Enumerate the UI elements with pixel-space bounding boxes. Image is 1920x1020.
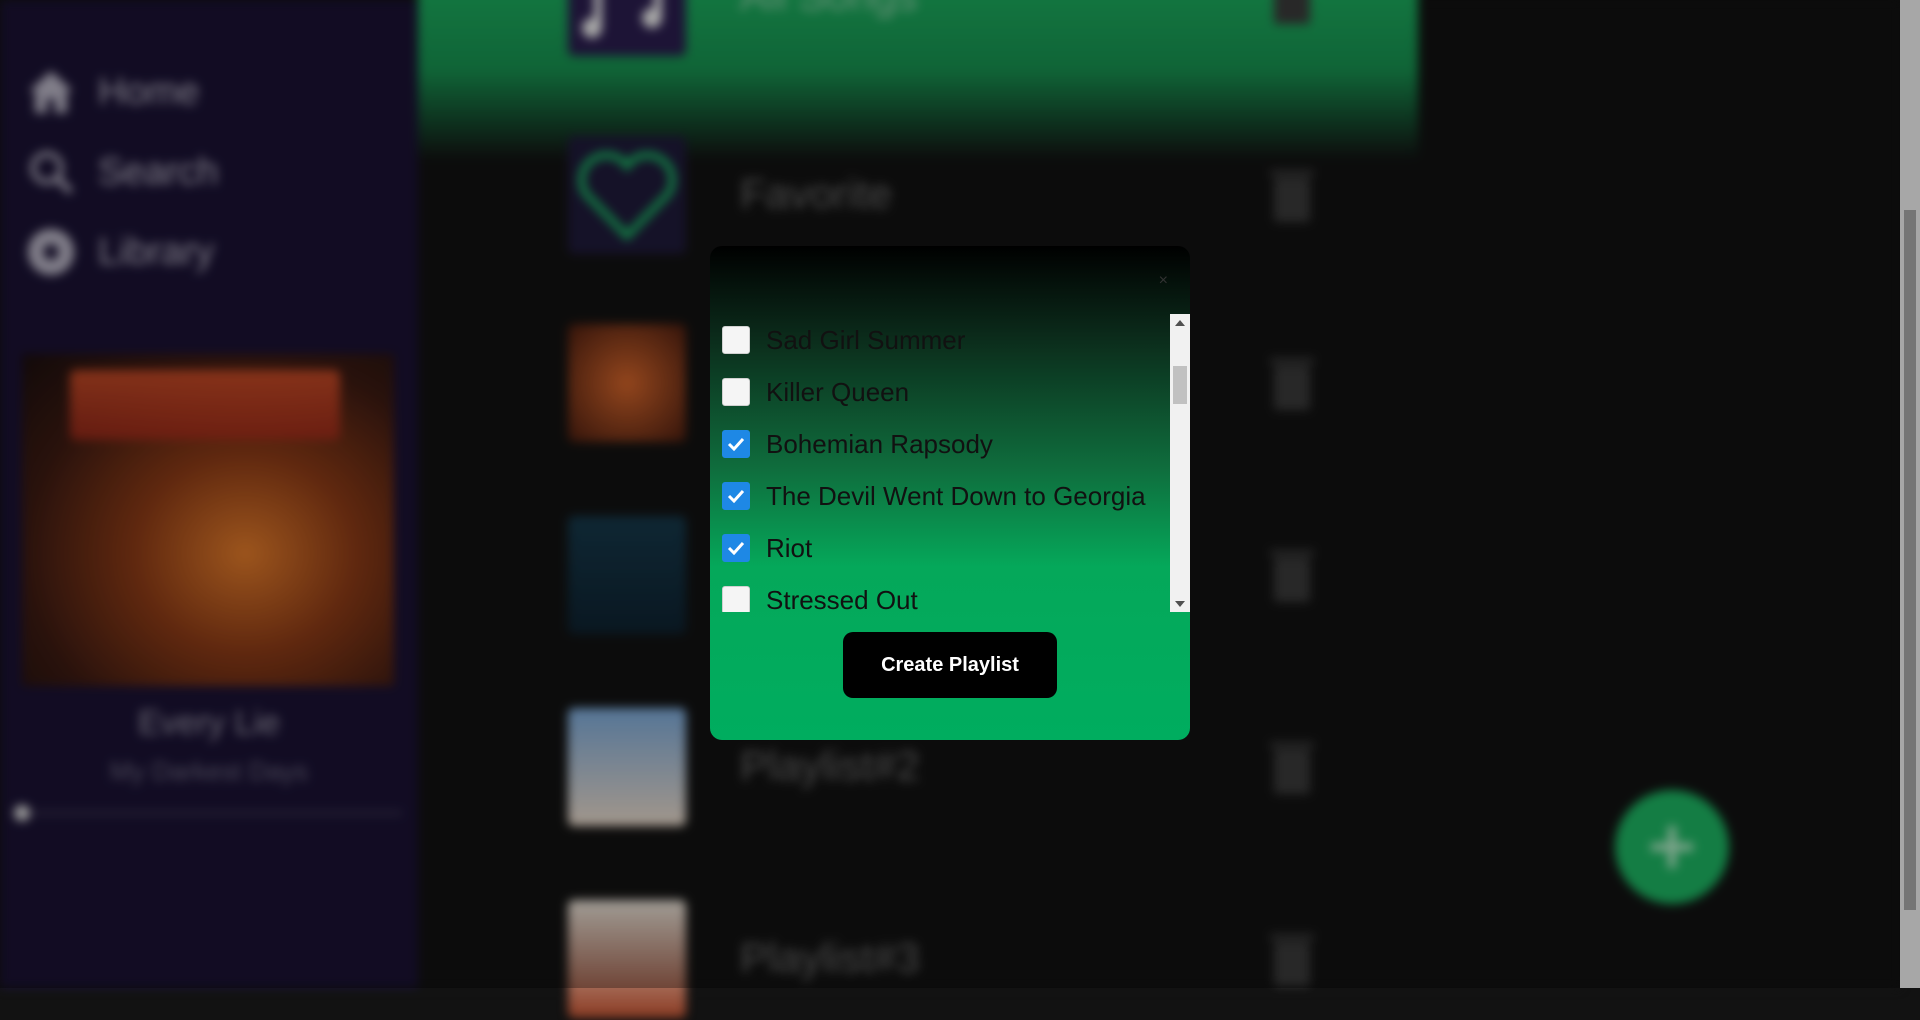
song-title: Killer Queen: [766, 376, 910, 407]
song-title: Bohemian Rapsody: [766, 428, 993, 459]
song-title: The Devil Went Down to Georgia: [766, 480, 1146, 511]
scroll-down-arrow-icon[interactable]: [1170, 595, 1190, 612]
create-playlist-button[interactable]: Create Playlist: [843, 632, 1057, 698]
song-option[interactable]: Stressed Out: [722, 582, 918, 612]
song-title: Sad Girl Summer: [766, 324, 966, 355]
song-option[interactable]: Killer Queen: [722, 374, 909, 410]
song-list-scrollbar[interactable]: [1170, 314, 1190, 612]
song-title: Stressed Out: [766, 584, 918, 613]
close-button[interactable]: ×: [1159, 272, 1168, 290]
song-option[interactable]: Riot: [722, 530, 812, 566]
song-option[interactable]: The Devil Went Down to Georgia: [722, 478, 1146, 514]
checkmark-icon: [727, 541, 745, 555]
song-title: Riot: [766, 532, 813, 563]
song-checkbox[interactable]: [722, 378, 750, 406]
create-playlist-modal: × Sad Girl Summer Killer Queen Bohemian …: [710, 246, 1190, 740]
song-option[interactable]: Sad Girl Summer: [722, 322, 965, 358]
song-list: Sad Girl Summer Killer Queen Bohemian Ra…: [710, 314, 1190, 612]
checkmark-icon: [727, 489, 745, 503]
song-checkbox[interactable]: [722, 430, 750, 458]
song-checkbox[interactable]: [722, 482, 750, 510]
song-list-scrollbar-thumb[interactable]: [1173, 366, 1187, 404]
checkmark-icon: [727, 437, 745, 451]
song-checkbox[interactable]: [722, 326, 750, 354]
song-checkbox[interactable]: [722, 586, 750, 612]
scroll-up-arrow-icon[interactable]: [1170, 314, 1190, 331]
song-checkbox[interactable]: [722, 534, 750, 562]
song-option[interactable]: Bohemian Rapsody: [722, 426, 993, 462]
